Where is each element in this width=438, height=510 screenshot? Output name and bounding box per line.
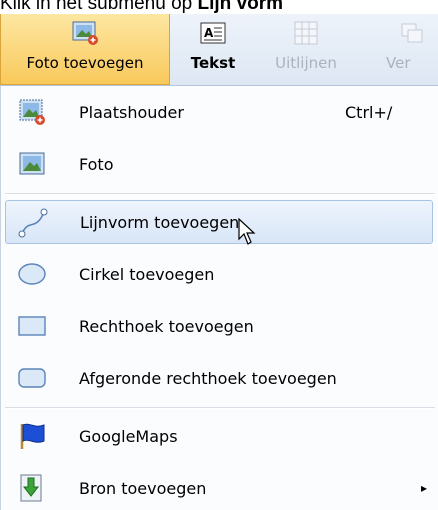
menu-separator: [5, 193, 435, 195]
arrange-icon: [400, 20, 428, 46]
submenu-arrow-icon: ▸: [420, 481, 427, 495]
line-shape-icon: [18, 208, 48, 238]
placeholder-icon: [17, 97, 47, 127]
text-icon: A: [199, 20, 227, 46]
photo-icon: [17, 149, 47, 179]
menu-item-label: Afgeronde rechthoek toevoegen: [79, 368, 337, 388]
svg-text:A: A: [204, 26, 214, 40]
flag-icon: [17, 421, 47, 451]
add-photo-button[interactable]: Foto toevoegen: [0, 14, 170, 85]
menu-item-label: Rechthoek toevoegen: [79, 316, 254, 336]
arrange-button[interactable]: Ver: [356, 14, 438, 85]
align-label: Uitlijnen: [275, 54, 337, 72]
menu-item-photo[interactable]: Foto: [5, 142, 433, 186]
add-photo-icon: [71, 20, 99, 46]
shortcut-label: Ctrl+/: [345, 102, 393, 122]
menu-item-label: Foto: [79, 154, 114, 174]
menu-item-googlemaps[interactable]: GoogleMaps: [5, 414, 433, 458]
menu-separator: [5, 407, 435, 409]
menu-item-label: Plaatshouder: [79, 102, 184, 122]
menu-item-add-source[interactable]: Bron toevoegen ▸: [5, 466, 433, 510]
text-label: Tekst: [190, 54, 236, 72]
menu-item-add-line-shape[interactable]: Lijnvorm toevoegen: [5, 200, 433, 244]
mouse-cursor-icon: [238, 218, 256, 245]
download-arrow-icon: [17, 473, 47, 503]
menu-item-label: Lijnvorm toevoegen: [80, 212, 240, 232]
menu-item-label: Cirkel toevoegen: [79, 264, 215, 284]
instruction-caption: Klik in het submenu op Lijn vorm: [0, 0, 284, 14]
menu-item-label: GoogleMaps: [79, 426, 178, 446]
arrange-label: Ver: [386, 54, 411, 72]
menu-item-add-rectangle[interactable]: Rechthoek toevoegen: [5, 304, 433, 348]
rounded-rectangle-icon: [17, 363, 47, 393]
add-photo-label: Foto toevoegen: [26, 54, 144, 72]
menu-item-label: Bron toevoegen: [79, 478, 207, 498]
text-button[interactable]: A Tekst: [170, 14, 256, 85]
rectangle-shape-icon: [17, 311, 47, 341]
align-button[interactable]: Uitlijnen: [256, 14, 356, 85]
menu-item-add-rounded-rectangle[interactable]: Afgeronde rechthoek toevoegen: [5, 356, 433, 400]
photo-submenu: Plaatshouder Ctrl+/ Foto Lijnvorm toevoe…: [0, 86, 438, 510]
menu-item-add-circle[interactable]: Cirkel toevoegen: [5, 252, 433, 296]
ribbon-toolbar: Foto toevoegen A Tekst Uitlijnen Ver: [0, 14, 438, 86]
grid-icon: [292, 20, 320, 46]
menu-item-placeholder[interactable]: Plaatshouder Ctrl+/: [5, 90, 433, 134]
circle-shape-icon: [17, 259, 47, 289]
